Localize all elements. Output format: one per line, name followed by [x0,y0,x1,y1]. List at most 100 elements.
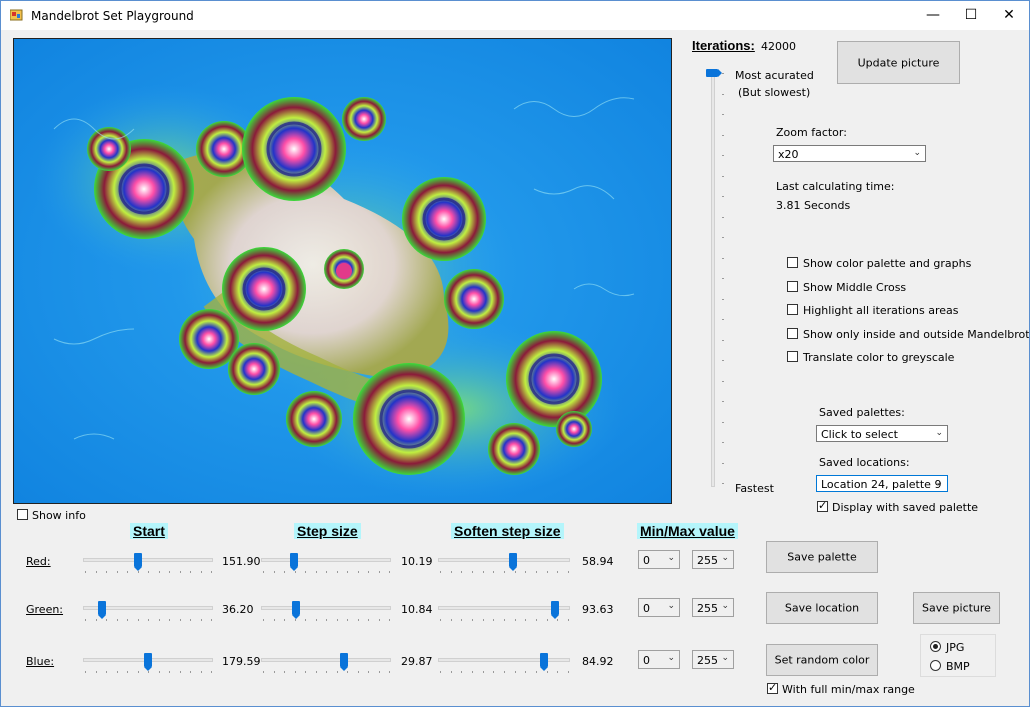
start-slider-thumb[interactable] [134,553,143,571]
tick-mark [722,257,724,259]
row-label: Red: [26,555,51,568]
step-slider-thumb[interactable] [340,653,349,671]
zoom-factor-value: x20 [778,148,799,161]
soften-slider-track[interactable] [438,658,570,662]
option-checkbox[interactable] [787,304,798,315]
iterations-slider-ticks [722,73,725,485]
step-slider-track[interactable] [261,606,391,610]
tick-mark [284,619,285,621]
tick-mark [482,671,484,673]
start-slider-thumb[interactable] [144,653,152,671]
tick-mark [722,134,724,136]
tick-mark [525,619,527,621]
max-select[interactable]: 255 ⌄ [692,550,734,569]
jpg-radio[interactable] [930,641,941,652]
update-picture-button[interactable]: Update picture [837,41,960,84]
zoom-factor-select[interactable]: x20 ⌄ [773,145,926,162]
max-value: 255 [697,602,718,615]
bmp-radio[interactable] [930,660,941,671]
step-size-header: Step size [294,523,361,539]
tick-mark [722,442,724,443]
option-label: Show color palette and graphs [803,257,972,270]
tick-mark [536,671,537,673]
fractal-image[interactable] [13,38,672,504]
tick-mark [722,401,724,402]
save-palette-button[interactable]: Save palette [766,541,878,573]
min-select[interactable]: 0 ⌄ [638,550,680,569]
minimize-button[interactable]: — [913,1,953,30]
tick-mark [305,619,306,621]
tick-mark [722,483,724,484]
saved-locations-select[interactable]: Location 24, palette 9 ⌄ [816,475,948,492]
save-picture-button[interactable]: Save picture [913,592,1000,624]
iterations-slider-track[interactable] [711,71,715,487]
option-checkbox[interactable] [787,281,798,292]
max-select[interactable]: 255 ⌄ [692,650,734,669]
iterations-slider-thumb[interactable] [706,69,722,77]
tick-mark [190,571,191,573]
tick-mark [326,671,327,673]
tick-mark [357,571,359,573]
chevron-down-icon: ⌄ [667,601,675,611]
tick-mark [525,671,527,673]
tick-mark [263,571,264,573]
tick-mark [536,571,537,573]
option-checkbox[interactable] [787,328,798,339]
tick-mark [493,671,495,673]
tick-mark [722,114,724,115]
option-checkbox[interactable] [787,257,798,268]
random-color-button[interactable]: Set random color [766,644,878,676]
tick-mark [557,571,559,573]
tick-mark [106,619,107,621]
tick-mark [106,671,107,673]
start-slider-track[interactable] [83,558,213,562]
tick-mark [557,671,559,673]
tick-mark [137,571,139,573]
show-info-checkbox[interactable] [17,509,28,520]
tick-mark [273,571,275,573]
option-checkbox[interactable] [787,351,798,362]
fractal-canvas[interactable] [14,39,671,503]
step-slider-thumb[interactable] [291,601,300,619]
tick-mark [504,619,505,621]
tick-mark [284,671,285,673]
chevron-down-icon: ⌄ [935,478,943,488]
tick-mark [461,571,463,573]
show-info-label: Show info [32,509,86,522]
maximize-button[interactable]: ☐ [951,1,991,30]
min-select[interactable]: 0 ⌄ [638,650,680,669]
tick-mark [148,671,149,673]
tick-mark [514,571,516,573]
tick-mark [482,619,484,621]
step-slider-thumb[interactable] [290,553,299,571]
tick-mark [722,319,724,320]
iterations-value: 42000 [761,40,796,53]
app-window: Mandelbrot Set Playground — ☐ ✕ Iteratio… [0,0,1030,707]
step-slider-track[interactable] [261,658,391,662]
tick-mark [546,571,548,573]
start-slider-thumb[interactable] [97,601,106,619]
min-select[interactable]: 0 ⌄ [638,598,680,617]
tick-mark [514,671,516,673]
tick-mark [557,619,559,621]
soften-slider-thumb[interactable] [539,653,548,671]
save-location-button[interactable]: Save location [766,592,878,624]
soften-slider-thumb[interactable] [508,553,517,571]
chevron-down-icon: ⌄ [667,553,675,563]
tick-mark [722,278,724,279]
tick-mark [357,619,359,621]
saved-palettes-select[interactable]: Click to select ⌄ [816,425,948,442]
tick-mark [148,619,149,621]
soften-slider-track[interactable] [438,558,570,562]
tick-mark [450,619,452,621]
full-range-checkbox[interactable] [767,681,778,695]
tick-mark [273,671,275,673]
max-select[interactable]: 255 ⌄ [692,598,734,617]
tick-mark [85,619,86,621]
min-value: 0 [643,654,650,667]
soften-slider-thumb[interactable] [550,601,559,619]
save-location-label: Save location [784,601,860,615]
close-button[interactable]: ✕ [989,1,1029,30]
step-slider-track[interactable] [261,558,391,562]
display-saved-palette-checkbox[interactable] [817,499,828,513]
